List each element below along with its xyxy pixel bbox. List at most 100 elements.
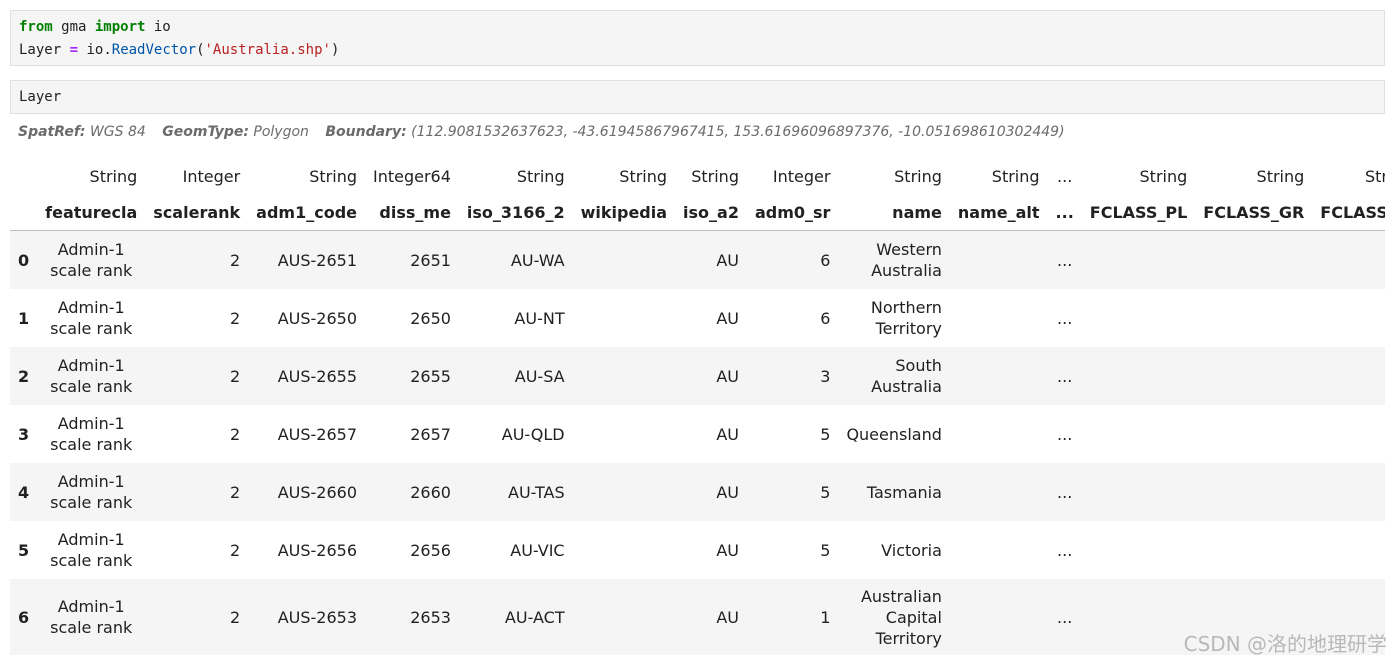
cell-iso-3166-2: AU-ACT xyxy=(504,607,565,627)
cell-ellipsis: ... xyxy=(1047,230,1082,289)
cell-iso-3166-2: AU-VIC xyxy=(510,540,565,560)
column-type: ... xyxy=(1057,166,1073,186)
cell-empty xyxy=(1312,230,1385,289)
cell-ellipsis: ... xyxy=(1057,607,1073,627)
column-type: Integer xyxy=(182,166,241,186)
cell-featurecla: Admin-1 scale rank xyxy=(37,463,145,521)
cell-name: South Australia xyxy=(838,347,949,405)
row-index: 2 xyxy=(18,366,30,386)
cell-line: scale rank xyxy=(50,377,133,396)
cell-line: Australia xyxy=(871,261,942,280)
table-row: 5 Admin-1 scale rank 2 AUS-2656 2656 AU-VIC AU 5… xyxy=(10,521,1385,579)
cell-name: Victoria xyxy=(838,521,949,579)
column-type: String xyxy=(991,166,1040,186)
table-body: 0 Admin-1 scale rank 2 AUS-2651 2651 AU-WA AU 6 W… xyxy=(10,230,1385,655)
column-type: String xyxy=(516,166,565,186)
table-row: 0 Admin-1 scale rank 2 AUS-2651 2651 AU-WA AU 6 W… xyxy=(10,230,1385,289)
cell-line: Territory xyxy=(875,319,942,338)
cell-adm0-sr: 1 xyxy=(820,607,831,627)
type-header-row: String Integer String Integer64 String String… xyxy=(10,158,1385,194)
cell-name-alt xyxy=(950,463,1048,521)
cell-line: Admin-1 xyxy=(57,356,125,375)
cell-adm1-code: AUS-2656 xyxy=(277,540,357,560)
table-row: 3 Admin-1 scale rank 2 AUS-2657 2657 AU-QLD AU 5… xyxy=(10,405,1385,463)
cell-empty xyxy=(1195,463,1312,521)
cell-scalerank: 2 xyxy=(229,540,241,560)
cell-iso-3166-2: AU-NT xyxy=(514,308,565,328)
cell-line: Admin-1 xyxy=(57,240,125,259)
cell-iso-a2: AU xyxy=(716,366,739,386)
cell-wikipedia xyxy=(573,579,675,655)
row-index: 0 xyxy=(10,230,38,289)
code-cell[interactable]: from gma import io Layer = io.ReadVector… xyxy=(10,10,1385,66)
column-type: Integer xyxy=(772,166,831,186)
cell-ellipsis: ... xyxy=(1057,308,1073,328)
cell-empty xyxy=(1312,347,1385,405)
table-row: 1 Admin-1 scale rank 2 AUS-2650 2650 AU-NT AU 6 N… xyxy=(10,289,1385,347)
column-header xyxy=(10,194,37,231)
cell-wikipedia xyxy=(573,405,675,463)
cell-empty xyxy=(1195,230,1313,289)
output-cell: Layer xyxy=(10,80,1385,114)
column-header: featurecla xyxy=(45,202,138,222)
cell-name: Queensland xyxy=(838,405,949,463)
cell-line: Admin-1 xyxy=(57,298,125,317)
column-header: adm1_code xyxy=(256,202,357,222)
cell-featurecla: Admin-1 scale rank xyxy=(37,230,146,289)
cell-wikipedia xyxy=(573,347,675,405)
cell-empty xyxy=(1082,521,1196,579)
cell-empty xyxy=(1082,289,1196,347)
cell-line: Victoria xyxy=(881,540,942,560)
attribute-table-container[interactable]: String Integer String Integer64 String String… xyxy=(10,158,1385,665)
paren-open: ( xyxy=(196,42,205,58)
cell-line: Western xyxy=(876,240,942,259)
geomtype-value: Polygon xyxy=(253,124,309,140)
column-header: adm0_sr xyxy=(754,202,831,222)
cell-empty xyxy=(1312,463,1385,521)
cell-line: scale rank xyxy=(50,618,133,637)
column-header: diss_me xyxy=(379,202,451,222)
cell-ellipsis: ... xyxy=(1057,366,1073,386)
cell-empty xyxy=(1082,405,1196,463)
row-index: 3 xyxy=(18,424,30,444)
cell-ellipsis: ... xyxy=(1057,540,1073,560)
cell-diss-me: 2657 xyxy=(410,424,451,444)
cell-name-alt xyxy=(950,347,1048,405)
cell-iso-a2: AU xyxy=(716,308,739,328)
cell-wikipedia xyxy=(573,463,675,521)
cell-ellipsis: ... xyxy=(1057,482,1073,502)
cell-name-alt xyxy=(950,579,1048,655)
cell-featurecla: Admin-1 scale rank xyxy=(37,405,145,463)
cell-featurecla: Admin-1 scale rank xyxy=(37,579,145,655)
column-header: scalerank xyxy=(153,202,241,222)
cell-name: Tasmania xyxy=(838,463,949,521)
cell-diss-me: 2660 xyxy=(410,482,451,502)
cell-empty xyxy=(1312,405,1385,463)
cell-scalerank: 2 xyxy=(229,482,241,502)
cell-line: Tasmania xyxy=(866,482,942,502)
cell-adm1-code: AUS-2655 xyxy=(277,366,357,386)
column-header: iso_a2 xyxy=(683,202,739,222)
cell-iso-3166-2: AU-TAS xyxy=(508,482,565,502)
column-header: name xyxy=(892,202,942,222)
code-line-1: from gma import io xyxy=(19,16,1376,39)
cell-adm1-code: AUS-2650 xyxy=(277,308,357,328)
column-type: String xyxy=(309,166,357,186)
cell-adm1-code: AUS-2651 xyxy=(248,230,365,289)
cell-name-alt xyxy=(950,405,1048,463)
function-name: ReadVector xyxy=(111,42,197,58)
cell-empty xyxy=(1081,230,1196,289)
column-header: wikipedia xyxy=(580,202,668,222)
column-type xyxy=(10,158,37,194)
column-header: FCLASS_PL xyxy=(1089,202,1188,222)
column-header: name_alt xyxy=(957,202,1040,222)
cell-name-alt xyxy=(949,230,1048,289)
cell-name-alt xyxy=(950,521,1048,579)
cell-iso-a2: AU xyxy=(716,482,739,502)
column-header: iso_3166_2 xyxy=(466,202,565,222)
layer-metadata: SpatRef: WGS 84 GeomType: Polygon Bounda… xyxy=(18,124,1065,140)
cell-iso-3166-2: AU-SA xyxy=(514,366,565,386)
column-header: FCLASS_IT xyxy=(1320,202,1385,222)
cell-empty xyxy=(1195,405,1312,463)
cell-adm1-code: AUS-2653 xyxy=(277,607,357,627)
